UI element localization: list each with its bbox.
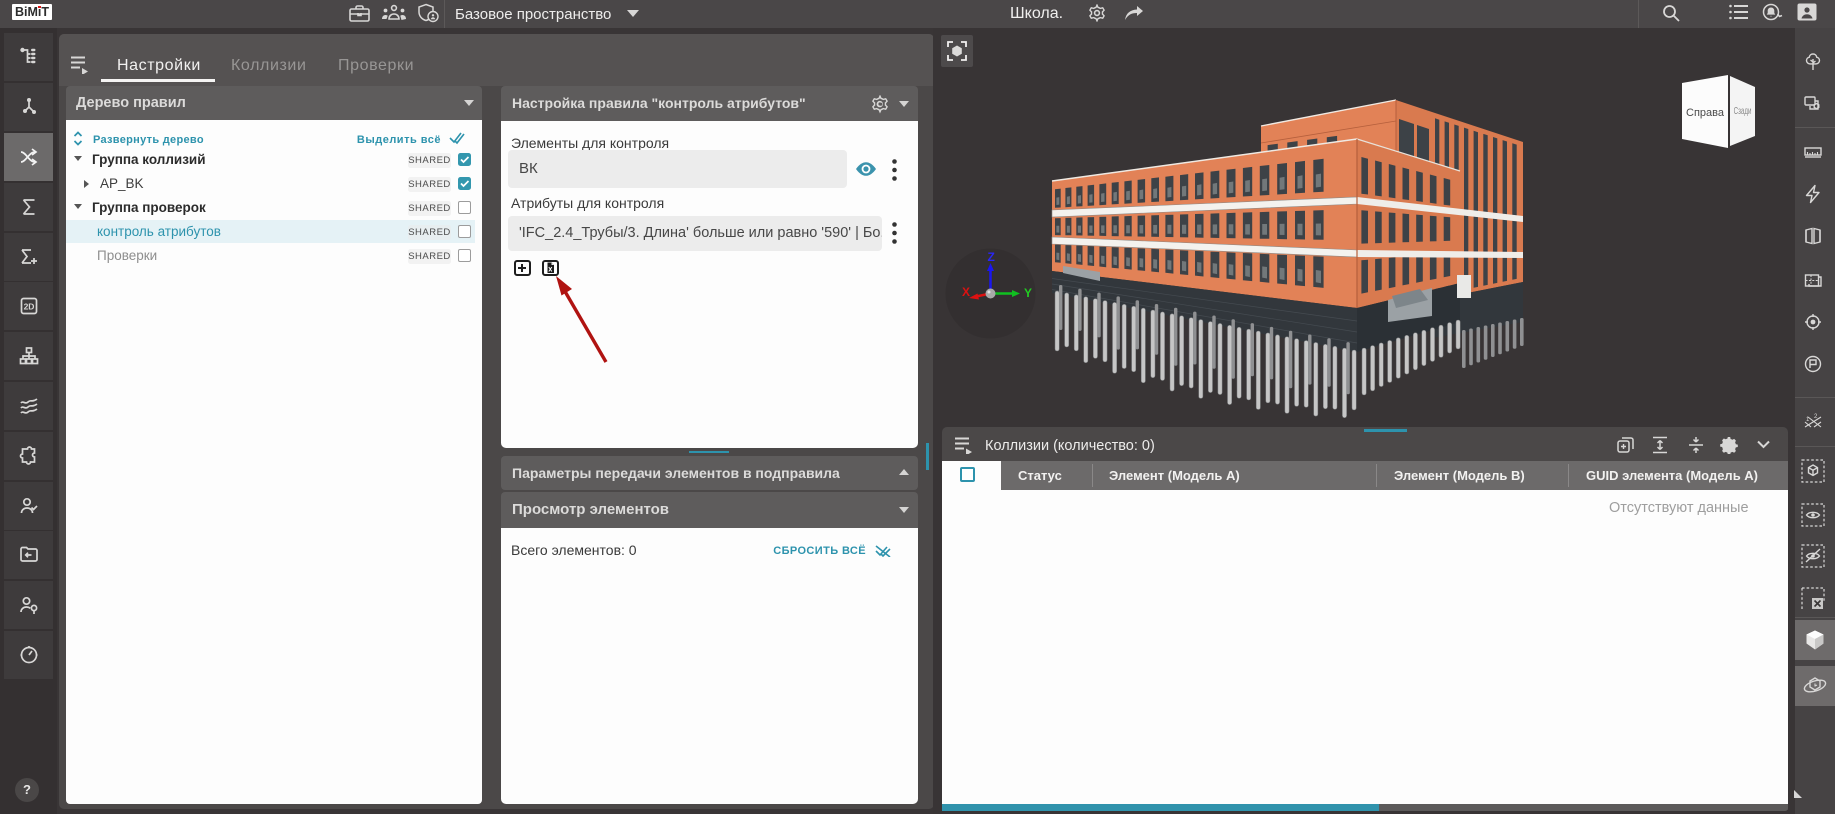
svg-text:Y: Y: [1024, 286, 1032, 300]
svg-text:Z: Z: [988, 250, 995, 264]
svg-text:2D: 2D: [23, 302, 34, 312]
svg-text:Справа: Справа: [1686, 107, 1725, 119]
svg-text:X: X: [962, 285, 970, 299]
svg-text:Сзади: Сзади: [1734, 104, 1752, 116]
